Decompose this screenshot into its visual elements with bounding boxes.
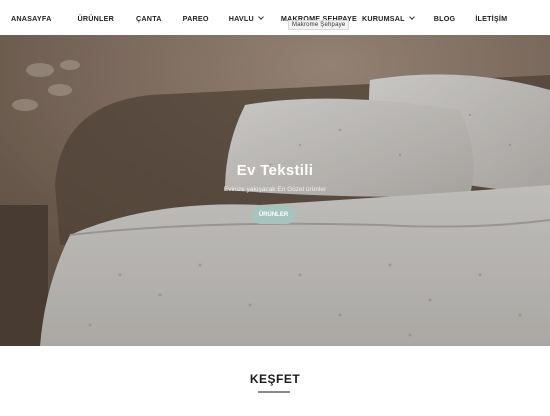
nav-item-kurumsal[interactable]: KURUMSAL [362, 13, 415, 23]
hero-banner: Ev Tekstili Evinize yakışacak En Güzel ü… [0, 35, 550, 346]
hero-overlay [0, 35, 550, 346]
nav-item-pareo[interactable]: PAREO [183, 14, 209, 23]
nav-label: ÇANTA [136, 13, 162, 23]
section-title: KEŞFET [249, 372, 301, 386]
nav-tooltip: Makrome Şehpaye [288, 20, 350, 30]
chevron-down-icon [408, 13, 415, 20]
nav-item-blog[interactable]: BLOG [434, 14, 456, 23]
nav-item-canta[interactable]: ÇANTA [136, 14, 162, 23]
nav-label: İLETİŞİM [475, 13, 508, 23]
nav-item-urunler[interactable]: ÜRÜNLER [77, 14, 114, 23]
nav-label: ANASAYFA [11, 13, 52, 23]
nav-item-anasayfa[interactable]: ANASAYFA [11, 14, 51, 23]
section-underline [258, 391, 290, 393]
nav-label: BLOG [433, 13, 456, 23]
nav-label: ÜRÜNLER [77, 13, 115, 23]
nav-label: KURUMSAL [362, 13, 405, 23]
nav-label: HAVLU [228, 13, 254, 23]
nav-item-havlu[interactable]: HAVLU [228, 13, 264, 23]
nav-label: PAREO [182, 13, 209, 23]
nav-item-iletisim[interactable]: İLETİŞİM [475, 14, 507, 23]
hero-products-button[interactable]: ÜRÜNLER [251, 205, 296, 224]
chevron-down-icon [258, 13, 264, 20]
main-navbar: ANASAYFA ÜRÜNLER ÇANTA PAREO HAVLU MAKRO… [0, 0, 550, 36]
